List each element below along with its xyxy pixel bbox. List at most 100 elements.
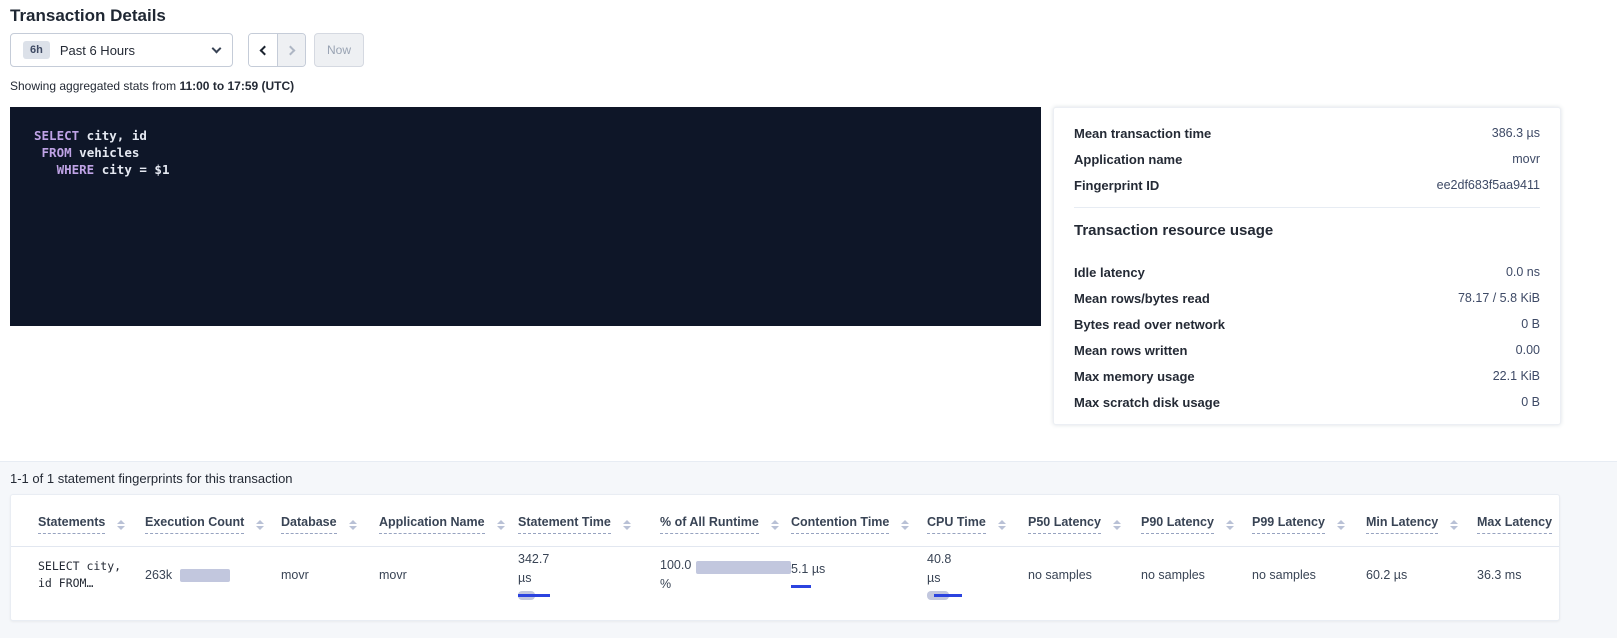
summary-label: Application name xyxy=(1074,152,1182,167)
column-header-p90-latency[interactable]: P90 Latency xyxy=(1141,495,1252,546)
sql-line: WHERE city = $1 xyxy=(34,161,1017,178)
contention-time-cell: 5.1 µs xyxy=(791,546,927,604)
p50-latency-cell: no samples xyxy=(1028,546,1141,604)
column-header-pct-of-all-runtime[interactable]: % of All Runtime xyxy=(660,495,791,546)
pct-runtime-unit: % xyxy=(660,575,691,594)
cpu-time-value: 40.8 xyxy=(927,550,1028,569)
pct-runtime-bar xyxy=(696,561,791,574)
summary-row-fingerprint-id: Fingerprint ID ee2df683f5aa9411 xyxy=(1074,172,1540,198)
summary-label: Max memory usage xyxy=(1074,369,1195,384)
sort-icon xyxy=(497,520,505,530)
prev-time-button[interactable] xyxy=(249,34,277,66)
statement-link[interactable]: SELECT city, id FROM… xyxy=(11,546,145,604)
summary-label: Mean rows/bytes read xyxy=(1074,291,1210,306)
column-header-p99-latency[interactable]: P99 Latency xyxy=(1252,495,1366,546)
sort-icon xyxy=(117,520,125,530)
statement-time-value: 342.7 xyxy=(518,550,660,569)
summary-value: 22.1 KiB xyxy=(1493,369,1540,383)
sort-icon xyxy=(1113,520,1121,530)
sort-icon xyxy=(623,520,631,530)
resource-usage-heading: Transaction resource usage xyxy=(1074,222,1540,239)
summary-row-mean-transaction-time: Mean transaction time 386.3 µs xyxy=(1074,120,1540,146)
p90-latency-cell: no samples xyxy=(1141,546,1252,604)
summary-label: Idle latency xyxy=(1074,265,1145,280)
summary-label: Bytes read over network xyxy=(1074,317,1225,332)
summary-row-max-scratch-disk-usage: Max scratch disk usage 0 B xyxy=(1074,389,1540,415)
sql-line: SELECT city, id xyxy=(34,127,1017,144)
time-interval-badge: 6h xyxy=(23,41,50,59)
contention-time-bar xyxy=(791,582,811,591)
column-header-statements[interactable]: Statements xyxy=(11,495,145,546)
sort-icon xyxy=(349,520,357,530)
execution-count-cell: 263k xyxy=(145,546,281,604)
summary-value: ee2df683f5aa9411 xyxy=(1437,178,1540,192)
sql-keyword: WHERE xyxy=(57,162,95,177)
column-header-cpu-time[interactable]: CPU Time xyxy=(927,495,1028,546)
cpu-time-unit: µs xyxy=(927,569,1028,588)
max-latency-cell: 36.3 ms xyxy=(1477,546,1559,604)
aggregation-range-text: Showing aggregated stats from 11:00 to 1… xyxy=(10,79,294,93)
summary-value: movr xyxy=(1512,152,1540,166)
summary-value: 0 B xyxy=(1521,317,1540,331)
column-header-execution-count[interactable]: Execution Count xyxy=(145,495,281,546)
sql-line: FROM vehicles xyxy=(34,144,1017,161)
summary-value: 0.00 xyxy=(1516,343,1540,357)
column-header-max-latency[interactable]: Max Latency xyxy=(1477,495,1559,546)
min-latency-cell: 60.2 µs xyxy=(1366,546,1477,604)
sort-icon xyxy=(901,520,909,530)
summary-row-bytes-read-over-network: Bytes read over network 0 B xyxy=(1074,311,1540,337)
column-header-contention-time[interactable]: Contention Time xyxy=(791,495,927,546)
summary-value: 0.0 ns xyxy=(1506,265,1540,279)
cpu-time-bar xyxy=(927,591,962,600)
sort-icon xyxy=(1226,520,1234,530)
column-header-p50-latency[interactable]: P50 Latency xyxy=(1028,495,1141,546)
summary-row-idle-latency: Idle latency 0.0 ns xyxy=(1074,259,1540,285)
summary-value: 386.3 µs xyxy=(1492,126,1540,140)
table-header-row: Statements Execution Count Database Appl… xyxy=(11,495,1559,546)
summary-row-application-name: Application name movr xyxy=(1074,146,1540,172)
statement-row: SELECT city, id FROM… 263k movr movr xyxy=(11,546,1559,604)
statement-time-bar xyxy=(518,591,550,600)
aggregation-range-prefix: Showing aggregated stats from xyxy=(10,79,176,93)
summary-value: 0 B xyxy=(1521,395,1540,409)
transaction-summary-card: Mean transaction time 386.3 µs Applicati… xyxy=(1053,107,1561,425)
application-name-cell: movr xyxy=(379,546,518,604)
statement-count-text: 1-1 of 1 statement fingerprints for this… xyxy=(10,471,293,486)
summary-label: Max scratch disk usage xyxy=(1074,395,1220,410)
now-button[interactable]: Now xyxy=(314,33,364,67)
cpu-time-cell: 40.8 µs xyxy=(927,546,1028,604)
transaction-details-page: Transaction Details 6h Past 6 Hours Now … xyxy=(0,0,1617,638)
execution-count-value: 263k xyxy=(145,568,172,582)
column-header-min-latency[interactable]: Min Latency xyxy=(1366,495,1477,546)
sort-icon xyxy=(1450,520,1458,530)
summary-row-mean-rows-written: Mean rows written 0.00 xyxy=(1074,337,1540,363)
mean-bar xyxy=(518,594,550,597)
p99-latency-cell: no samples xyxy=(1252,546,1366,604)
column-header-database[interactable]: Database xyxy=(281,495,379,546)
sql-keyword: SELECT xyxy=(34,128,79,143)
summary-label: Mean transaction time xyxy=(1074,126,1211,141)
time-range-picker[interactable]: 6h Past 6 Hours xyxy=(10,33,233,67)
chevron-left-icon xyxy=(260,45,270,55)
chevron-right-icon xyxy=(285,45,295,55)
mean-bar xyxy=(791,585,811,588)
statement-time-unit: µs xyxy=(518,569,660,588)
execution-count-bar xyxy=(180,569,230,582)
column-header-statement-time[interactable]: Statement Time xyxy=(518,495,660,546)
time-nav-group xyxy=(248,33,306,67)
statement-text-line2: id FROM… xyxy=(38,575,145,592)
next-time-button[interactable] xyxy=(277,34,305,66)
chevron-down-icon xyxy=(212,44,222,54)
pct-runtime-value: 100.0 xyxy=(660,556,691,575)
aggregation-range-value: 11:00 to 17:59 (UTC) xyxy=(179,79,294,93)
pct-runtime-cell: 100.0 % xyxy=(660,546,791,604)
time-range-label: Past 6 Hours xyxy=(60,43,213,58)
summary-row-mean-rows-bytes-read: Mean rows/bytes read 78.17 / 5.8 KiB xyxy=(1074,285,1540,311)
column-header-application-name[interactable]: Application Name xyxy=(379,495,518,546)
statements-table: Statements Execution Count Database Appl… xyxy=(11,495,1559,604)
summary-label: Mean rows written xyxy=(1074,343,1187,358)
sql-keyword: FROM xyxy=(42,145,72,160)
statements-section: 1-1 of 1 statement fingerprints for this… xyxy=(0,461,1617,638)
sort-icon xyxy=(771,520,779,530)
card-divider xyxy=(1074,207,1540,208)
